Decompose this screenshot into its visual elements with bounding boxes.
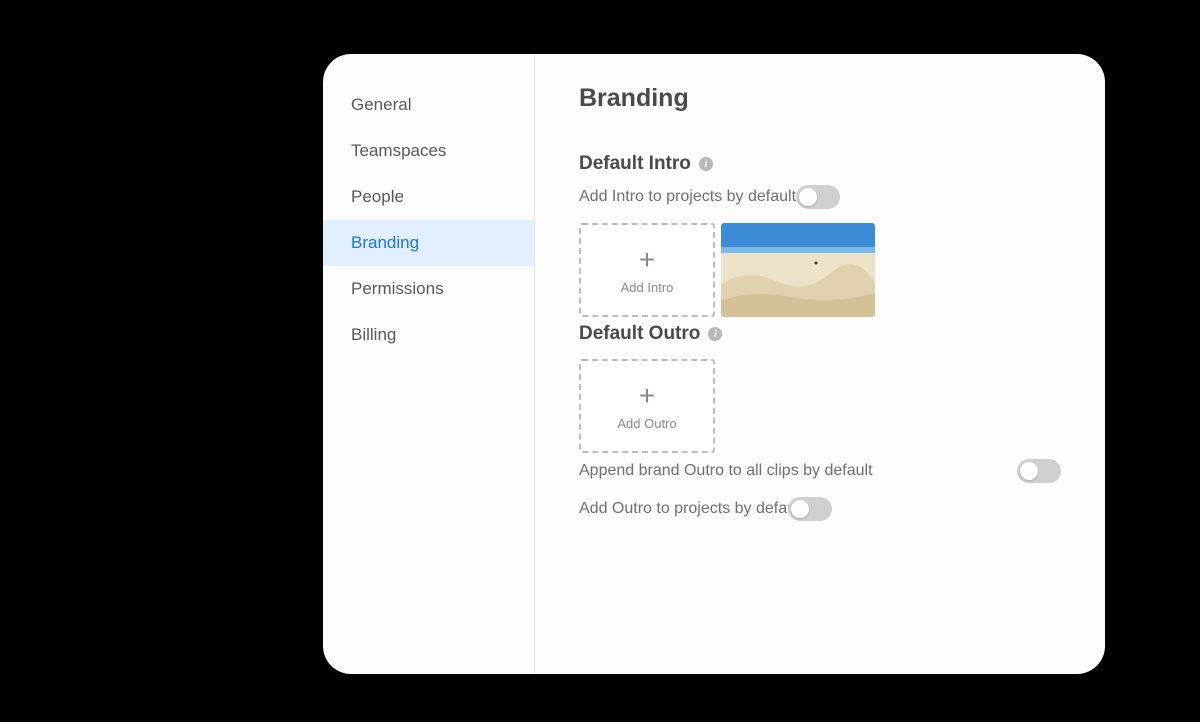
plus-icon: + [639,382,655,410]
add-intro-tile[interactable]: + Add Intro [579,223,715,317]
outro-tiles: + Add Outro [579,359,1061,453]
section-heading-intro-text: Default Intro [579,153,691,175]
info-icon[interactable]: i [708,327,722,341]
intro-toggle-label: Add Intro to projects by default [579,188,796,206]
settings-panel: General Teamspaces People Branding Permi… [323,54,1105,674]
section-default-intro: Default Intro i Add Intro to projects by… [579,153,1061,317]
sidebar-item-permissions[interactable]: Permissions [323,266,534,312]
plus-icon: + [639,246,655,274]
content: Branding Default Intro i Add Intro to pr… [535,54,1105,674]
sidebar-item-billing[interactable]: Billing [323,312,534,358]
sidebar-item-general[interactable]: General [323,82,534,128]
section-heading-intro: Default Intro i [579,153,713,175]
append-outro-row: Append brand Outro to all clips by defau… [579,459,1061,483]
sidebar-item-teamspaces[interactable]: Teamspaces [323,128,534,174]
outro-default-toggle-row: Add Outro to projects by default [579,497,1061,521]
add-outro-tile[interactable]: + Add Outro [579,359,715,453]
intro-default-toggle-row: Add Intro to projects by default [579,185,1061,209]
sidebar-item-people[interactable]: People [323,174,534,220]
outro-default-toggle[interactable] [788,497,832,521]
intro-default-toggle[interactable] [796,185,840,209]
add-outro-label: Add Outro [617,416,676,431]
sidebar-item-branding[interactable]: Branding [323,220,534,266]
sidebar: General Teamspaces People Branding Permi… [323,54,535,674]
section-heading-outro-text: Default Outro [579,323,700,345]
outro-toggle-label: Add Outro to projects by default [579,500,804,518]
append-outro-label: Append brand Outro to all clips by defau… [579,462,873,480]
add-intro-label: Add Intro [621,280,674,295]
section-default-outro: Default Outro i + Add Outro Append brand… [579,323,1061,521]
intro-thumbnail[interactable] [721,223,875,317]
section-heading-outro: Default Outro i [579,323,722,345]
info-icon[interactable]: i [699,157,713,171]
intro-tiles: + Add Intro [579,223,1061,317]
append-outro-toggle[interactable] [1017,459,1061,483]
page-title: Branding [579,84,1061,113]
